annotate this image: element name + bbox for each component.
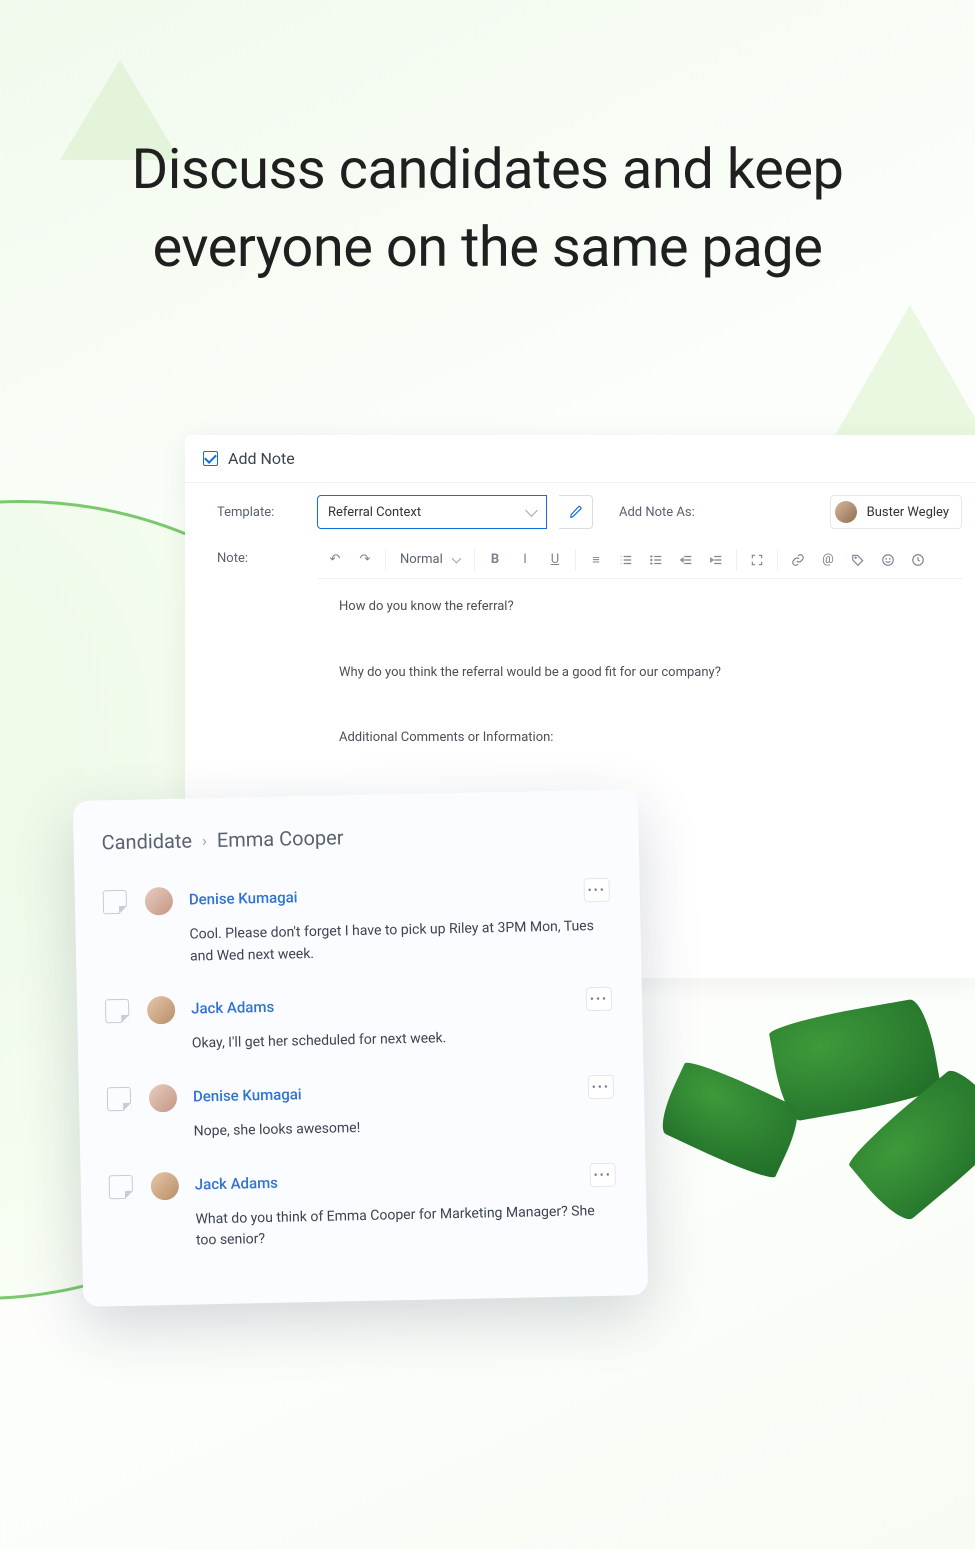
- editor-body[interactable]: How do you know the referral? Why do you…: [317, 579, 962, 766]
- editor-prompt: Why do you think the referral would be a…: [339, 663, 940, 683]
- tag-button[interactable]: [844, 546, 872, 574]
- emoji-button[interactable]: [874, 546, 902, 574]
- indent-button[interactable]: [702, 546, 730, 574]
- ordered-list-button[interactable]: [612, 546, 640, 574]
- note-icon: [103, 890, 127, 914]
- add-note-as-user[interactable]: Buster Wegley: [830, 495, 962, 529]
- toolbar-separator: [474, 549, 475, 571]
- note-icon: [105, 999, 129, 1023]
- at-icon: @: [822, 552, 834, 567]
- note-author[interactable]: Jack Adams: [195, 1163, 576, 1193]
- note-body: Nope, she looks awesome!: [193, 1103, 617, 1144]
- align-button[interactable]: ≡: [582, 546, 610, 574]
- time-button[interactable]: [904, 546, 932, 574]
- note-item: Denise Kumagai ••• Cool. Please don't fo…: [102, 868, 613, 988]
- note-menu-button[interactable]: •••: [583, 878, 609, 903]
- redo-button[interactable]: ↷: [351, 546, 379, 574]
- avatar: [151, 1172, 180, 1201]
- editor-toolbar: ↶ ↷ Normal B I U ≡: [317, 541, 962, 579]
- editor-prompt: How do you know the referral?: [339, 597, 940, 617]
- avatar: [145, 887, 174, 916]
- unordered-list-icon: [649, 553, 663, 567]
- note-menu-button[interactable]: •••: [589, 1162, 615, 1187]
- template-label: Template:: [217, 505, 305, 520]
- outdent-button[interactable]: [672, 546, 700, 574]
- fullscreen-button[interactable]: [743, 546, 771, 574]
- undo-button[interactable]: ↶: [321, 546, 349, 574]
- breadcrumb-root[interactable]: Candidate: [101, 828, 192, 854]
- italic-icon: I: [523, 552, 527, 567]
- avatar: [149, 1084, 178, 1113]
- link-icon: [791, 553, 805, 567]
- template-select[interactable]: Referral Context: [317, 495, 547, 529]
- add-note-as-label: Add Note As:: [619, 505, 695, 520]
- redo-icon: ↷: [360, 552, 371, 567]
- page-headline: Discuss candidates and keep everyone on …: [90, 130, 885, 287]
- fullscreen-icon: [750, 553, 764, 567]
- underline-icon: U: [551, 552, 559, 567]
- underline-button[interactable]: U: [541, 546, 569, 574]
- toolbar-separator: [777, 549, 778, 571]
- ordered-list-icon: [619, 553, 633, 567]
- note-author[interactable]: Denise Kumagai: [189, 879, 570, 909]
- note-author[interactable]: Jack Adams: [191, 988, 572, 1018]
- outdent-icon: [679, 553, 693, 567]
- template-select-value: Referral Context: [328, 505, 421, 520]
- bold-button[interactable]: B: [481, 546, 509, 574]
- edit-template-button[interactable]: [559, 495, 593, 529]
- breadcrumb: Candidate › Emma Cooper: [101, 820, 610, 855]
- note-menu-button[interactable]: •••: [588, 1075, 614, 1100]
- mention-button[interactable]: @: [814, 546, 842, 574]
- chevron-down-icon: [452, 553, 462, 563]
- format-select[interactable]: Normal: [392, 546, 468, 574]
- pencil-icon: [569, 505, 583, 519]
- toolbar-separator: [385, 549, 386, 571]
- clock-icon: [911, 553, 925, 567]
- checkbox-icon: [203, 451, 218, 466]
- add-note-title: Add Note: [228, 449, 295, 468]
- indent-icon: [709, 553, 723, 567]
- candidate-notes-card: Candidate › Emma Cooper Denise Kumagai •…: [73, 789, 648, 1307]
- avatar: [835, 501, 857, 523]
- note-body: What do you think of Emma Cooper for Mar…: [195, 1190, 619, 1252]
- add-note-as-user-name: Buster Wegley: [867, 505, 949, 520]
- note-icon: [107, 1087, 131, 1111]
- toolbar-separator: [736, 549, 737, 571]
- chevron-right-icon: ›: [202, 831, 207, 850]
- breadcrumb-candidate-name: Emma Cooper: [217, 825, 344, 852]
- note-icon: [109, 1175, 133, 1199]
- emoji-icon: [881, 553, 895, 567]
- add-note-header: Add Note: [185, 435, 975, 483]
- note-item: Denise Kumagai ••• Nope, she looks aweso…: [107, 1065, 618, 1163]
- format-select-value: Normal: [400, 552, 443, 567]
- note-body: Okay, I'll get her scheduled for next we…: [191, 1015, 615, 1056]
- undo-icon: ↶: [330, 552, 341, 567]
- note-label: Note:: [217, 541, 305, 566]
- note-author[interactable]: Denise Kumagai: [193, 1076, 574, 1106]
- editor-prompt: Additional Comments or Information:: [339, 728, 940, 748]
- unordered-list-button[interactable]: [642, 546, 670, 574]
- note-body: Cool. Please don't forget I have to pick…: [189, 906, 613, 968]
- tag-icon: [851, 553, 865, 567]
- bold-icon: B: [491, 552, 499, 567]
- note-item: Jack Adams ••• Okay, I'll get her schedu…: [105, 977, 616, 1075]
- toolbar-separator: [575, 549, 576, 571]
- link-button[interactable]: [784, 546, 812, 574]
- note-menu-button[interactable]: •••: [586, 987, 612, 1012]
- avatar: [147, 996, 176, 1025]
- chevron-down-icon: [525, 504, 538, 517]
- align-left-icon: ≡: [592, 552, 600, 568]
- italic-button[interactable]: I: [511, 546, 539, 574]
- note-item: Jack Adams ••• What do you think of Emma…: [108, 1152, 619, 1272]
